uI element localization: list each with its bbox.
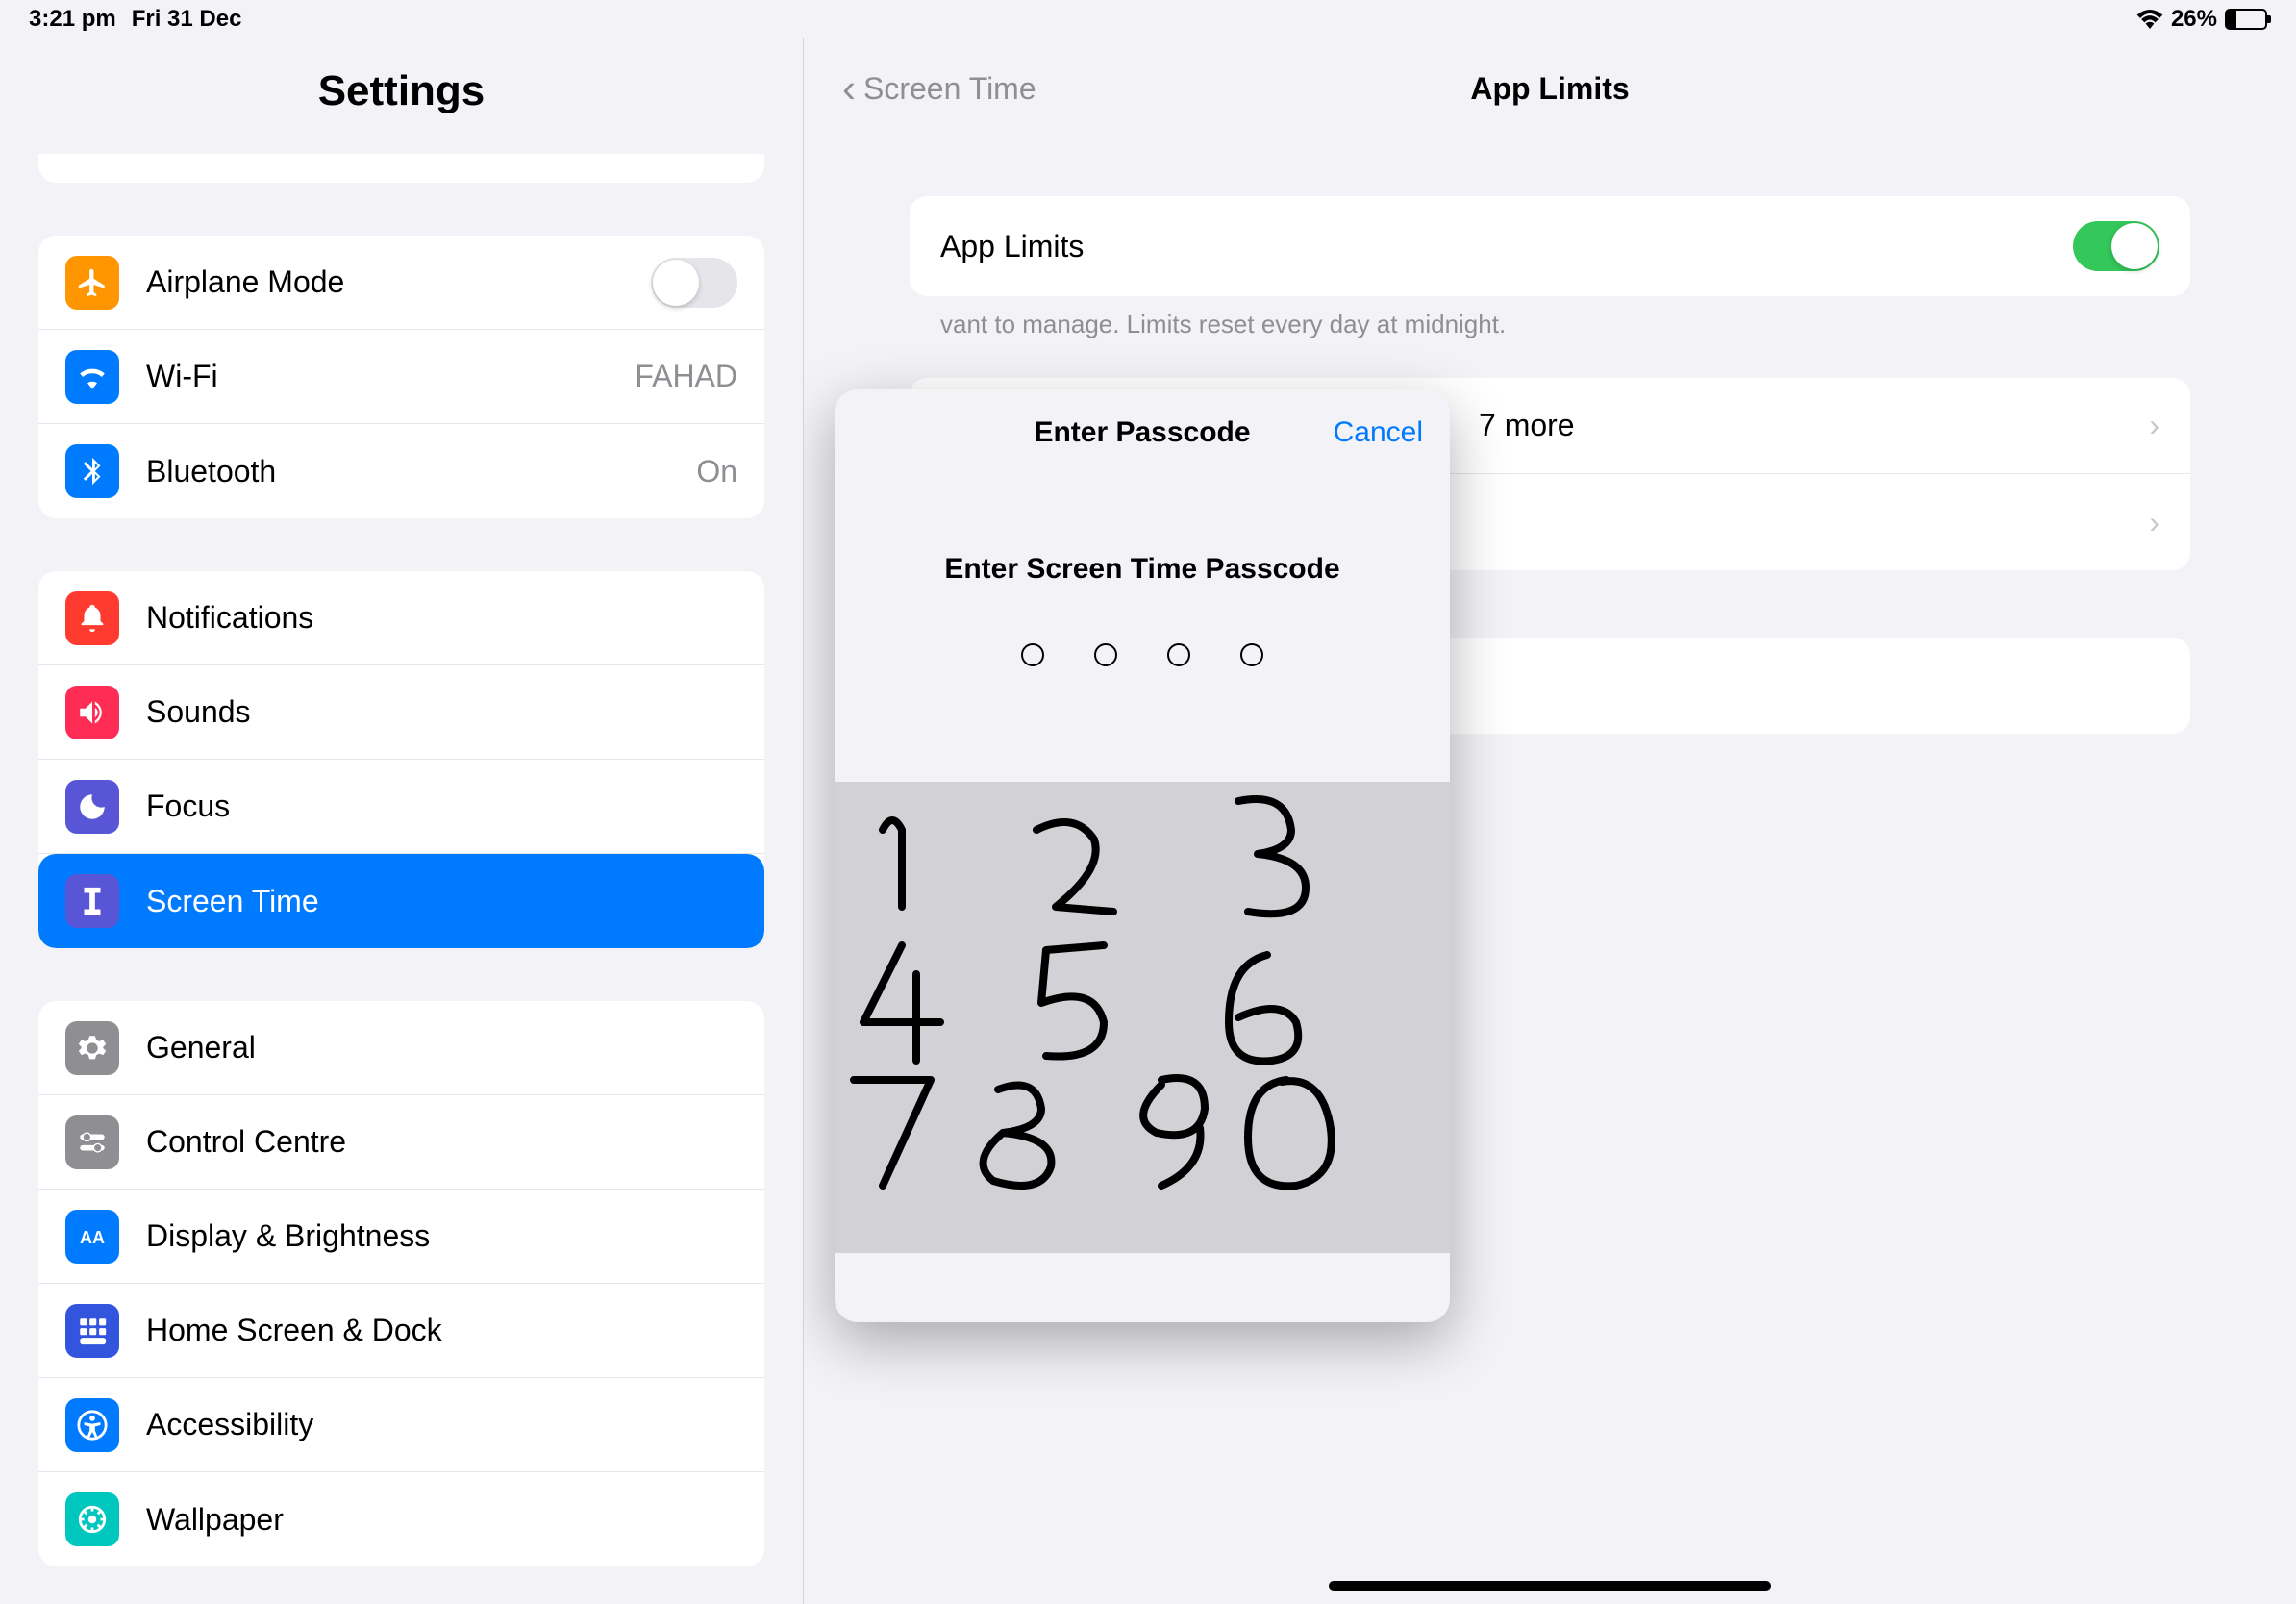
chevron-right-icon: › bbox=[2149, 408, 2159, 443]
cancel-button[interactable]: Cancel bbox=[1334, 416, 1423, 449]
passcode-dot-3 bbox=[1167, 643, 1190, 666]
popup-body: Enter Screen Time Passcode bbox=[835, 476, 1450, 705]
wifi-label: Wi-Fi bbox=[146, 359, 635, 394]
sidebar-item-airplane-mode[interactable]: Airplane Mode bbox=[38, 236, 764, 330]
notifications-icon bbox=[65, 591, 119, 645]
sidebar-item-accessibility[interactable]: Accessibility bbox=[38, 1378, 764, 1472]
accessibility-label: Accessibility bbox=[146, 1407, 737, 1442]
passcode-dots bbox=[873, 643, 1411, 666]
sounds-label: Sounds bbox=[146, 694, 737, 730]
airplane-icon bbox=[65, 256, 119, 310]
sidebar-item-wifi[interactable]: Wi-Fi FAHAD bbox=[38, 330, 764, 424]
focus-label: Focus bbox=[146, 789, 737, 824]
screentime-label: Screen Time bbox=[146, 884, 737, 919]
sidebar-item-display[interactable]: AA Display & Brightness bbox=[38, 1190, 764, 1284]
battery-percent: 26% bbox=[2171, 6, 2217, 33]
popup-title: Enter Passcode bbox=[1034, 416, 1250, 449]
status-right: 26% bbox=[2136, 6, 2267, 33]
sidebar-item-focus[interactable]: Focus bbox=[38, 760, 764, 854]
sidebar-item-homescreen[interactable]: Home Screen & Dock bbox=[38, 1284, 764, 1378]
app-limits-toggle-row[interactable]: App Limits bbox=[910, 196, 2190, 296]
sidebar-item-wallpaper[interactable]: Wallpaper bbox=[38, 1472, 764, 1566]
sidebar-item-control-centre[interactable]: Control Centre bbox=[38, 1095, 764, 1190]
popup-prompt: Enter Screen Time Passcode bbox=[873, 553, 1411, 586]
wifi-value: FAHAD bbox=[635, 359, 737, 394]
controlcentre-label: Control Centre bbox=[146, 1124, 737, 1160]
controlcentre-icon bbox=[65, 1115, 119, 1169]
sidebar-item-sounds[interactable]: Sounds bbox=[38, 665, 764, 760]
popup-header: Enter Passcode Cancel bbox=[835, 389, 1450, 476]
app-limits-toggle[interactable] bbox=[2073, 221, 2159, 271]
detail-header: ‹ Screen Time App Limits bbox=[804, 38, 2296, 138]
sidebar-group-connectivity: Airplane Mode Wi-Fi FAHAD Bluetooth On bbox=[38, 236, 764, 518]
scribble-keypad[interactable] bbox=[835, 782, 1450, 1253]
sidebar-group-attention: Notifications Sounds Focus Screen Time bbox=[38, 571, 764, 948]
sounds-icon bbox=[65, 686, 119, 739]
bluetooth-label: Bluetooth bbox=[146, 454, 696, 489]
battery-icon bbox=[2225, 9, 2267, 30]
bluetooth-icon bbox=[65, 444, 119, 498]
accessibility-icon bbox=[65, 1398, 119, 1452]
wallpaper-icon bbox=[65, 1492, 119, 1546]
general-label: General bbox=[146, 1030, 737, 1065]
sidebar-title: Settings bbox=[0, 38, 803, 154]
wallpaper-label: Wallpaper bbox=[146, 1502, 737, 1538]
detail-pane: ‹ Screen Time App Limits App Limits vant… bbox=[804, 38, 2296, 1604]
passcode-popup: Enter Passcode Cancel Enter Screen Time … bbox=[835, 389, 1450, 1322]
sidebar-item-general[interactable]: General bbox=[38, 1001, 764, 1095]
display-icon: AA bbox=[65, 1210, 119, 1264]
limit-partial-label: 7 more bbox=[1479, 408, 1575, 443]
back-button[interactable]: ‹ Screen Time bbox=[842, 65, 1036, 112]
svg-text:AA: AA bbox=[80, 1228, 105, 1247]
general-icon bbox=[65, 1021, 119, 1075]
status-left: 3:21 pm Fri 31 Dec bbox=[29, 6, 241, 33]
wifi-sidebar-icon bbox=[65, 350, 119, 404]
settings-sidebar[interactable]: Settings Airplane Mode Wi-Fi FAHAD bbox=[0, 38, 804, 1604]
airplane-toggle[interactable] bbox=[651, 258, 737, 308]
sidebar-item-screen-time[interactable]: Screen Time bbox=[38, 854, 764, 948]
focus-icon bbox=[65, 780, 119, 834]
app-limits-group: App Limits bbox=[910, 196, 2190, 296]
sidebar-group-general: General Control Centre AA Display & Brig… bbox=[38, 1001, 764, 1566]
display-label: Display & Brightness bbox=[146, 1218, 737, 1254]
airplane-label: Airplane Mode bbox=[146, 264, 651, 300]
homescreen-icon bbox=[65, 1304, 119, 1358]
passcode-dot-2 bbox=[1094, 643, 1117, 666]
homescreen-label: Home Screen & Dock bbox=[146, 1313, 737, 1348]
status-time: 3:21 pm bbox=[29, 6, 116, 33]
chevron-right-icon: › bbox=[2149, 505, 2159, 540]
handwritten-digits-icon bbox=[835, 782, 1450, 1253]
app-limits-row-label: App Limits bbox=[940, 229, 1084, 264]
bluetooth-value: On bbox=[696, 454, 737, 489]
sidebar-item-notifications[interactable]: Notifications bbox=[38, 571, 764, 665]
profile-group-partial[interactable] bbox=[38, 154, 764, 183]
home-indicator[interactable] bbox=[1329, 1581, 1771, 1591]
detail-title: App Limits bbox=[1470, 71, 1629, 107]
status-date: Fri 31 Dec bbox=[132, 6, 242, 33]
status-bar: 3:21 pm Fri 31 Dec 26% bbox=[0, 0, 2296, 38]
chevron-left-icon: ‹ bbox=[842, 65, 856, 112]
passcode-dot-4 bbox=[1240, 643, 1263, 666]
wifi-icon bbox=[2136, 10, 2163, 29]
passcode-dot-1 bbox=[1021, 643, 1044, 666]
sidebar-item-bluetooth[interactable]: Bluetooth On bbox=[38, 424, 764, 518]
screentime-icon bbox=[65, 874, 119, 928]
notifications-label: Notifications bbox=[146, 600, 737, 636]
app-limits-footer: vant to manage. Limits reset every day a… bbox=[910, 296, 2190, 378]
back-label: Screen Time bbox=[863, 71, 1036, 107]
